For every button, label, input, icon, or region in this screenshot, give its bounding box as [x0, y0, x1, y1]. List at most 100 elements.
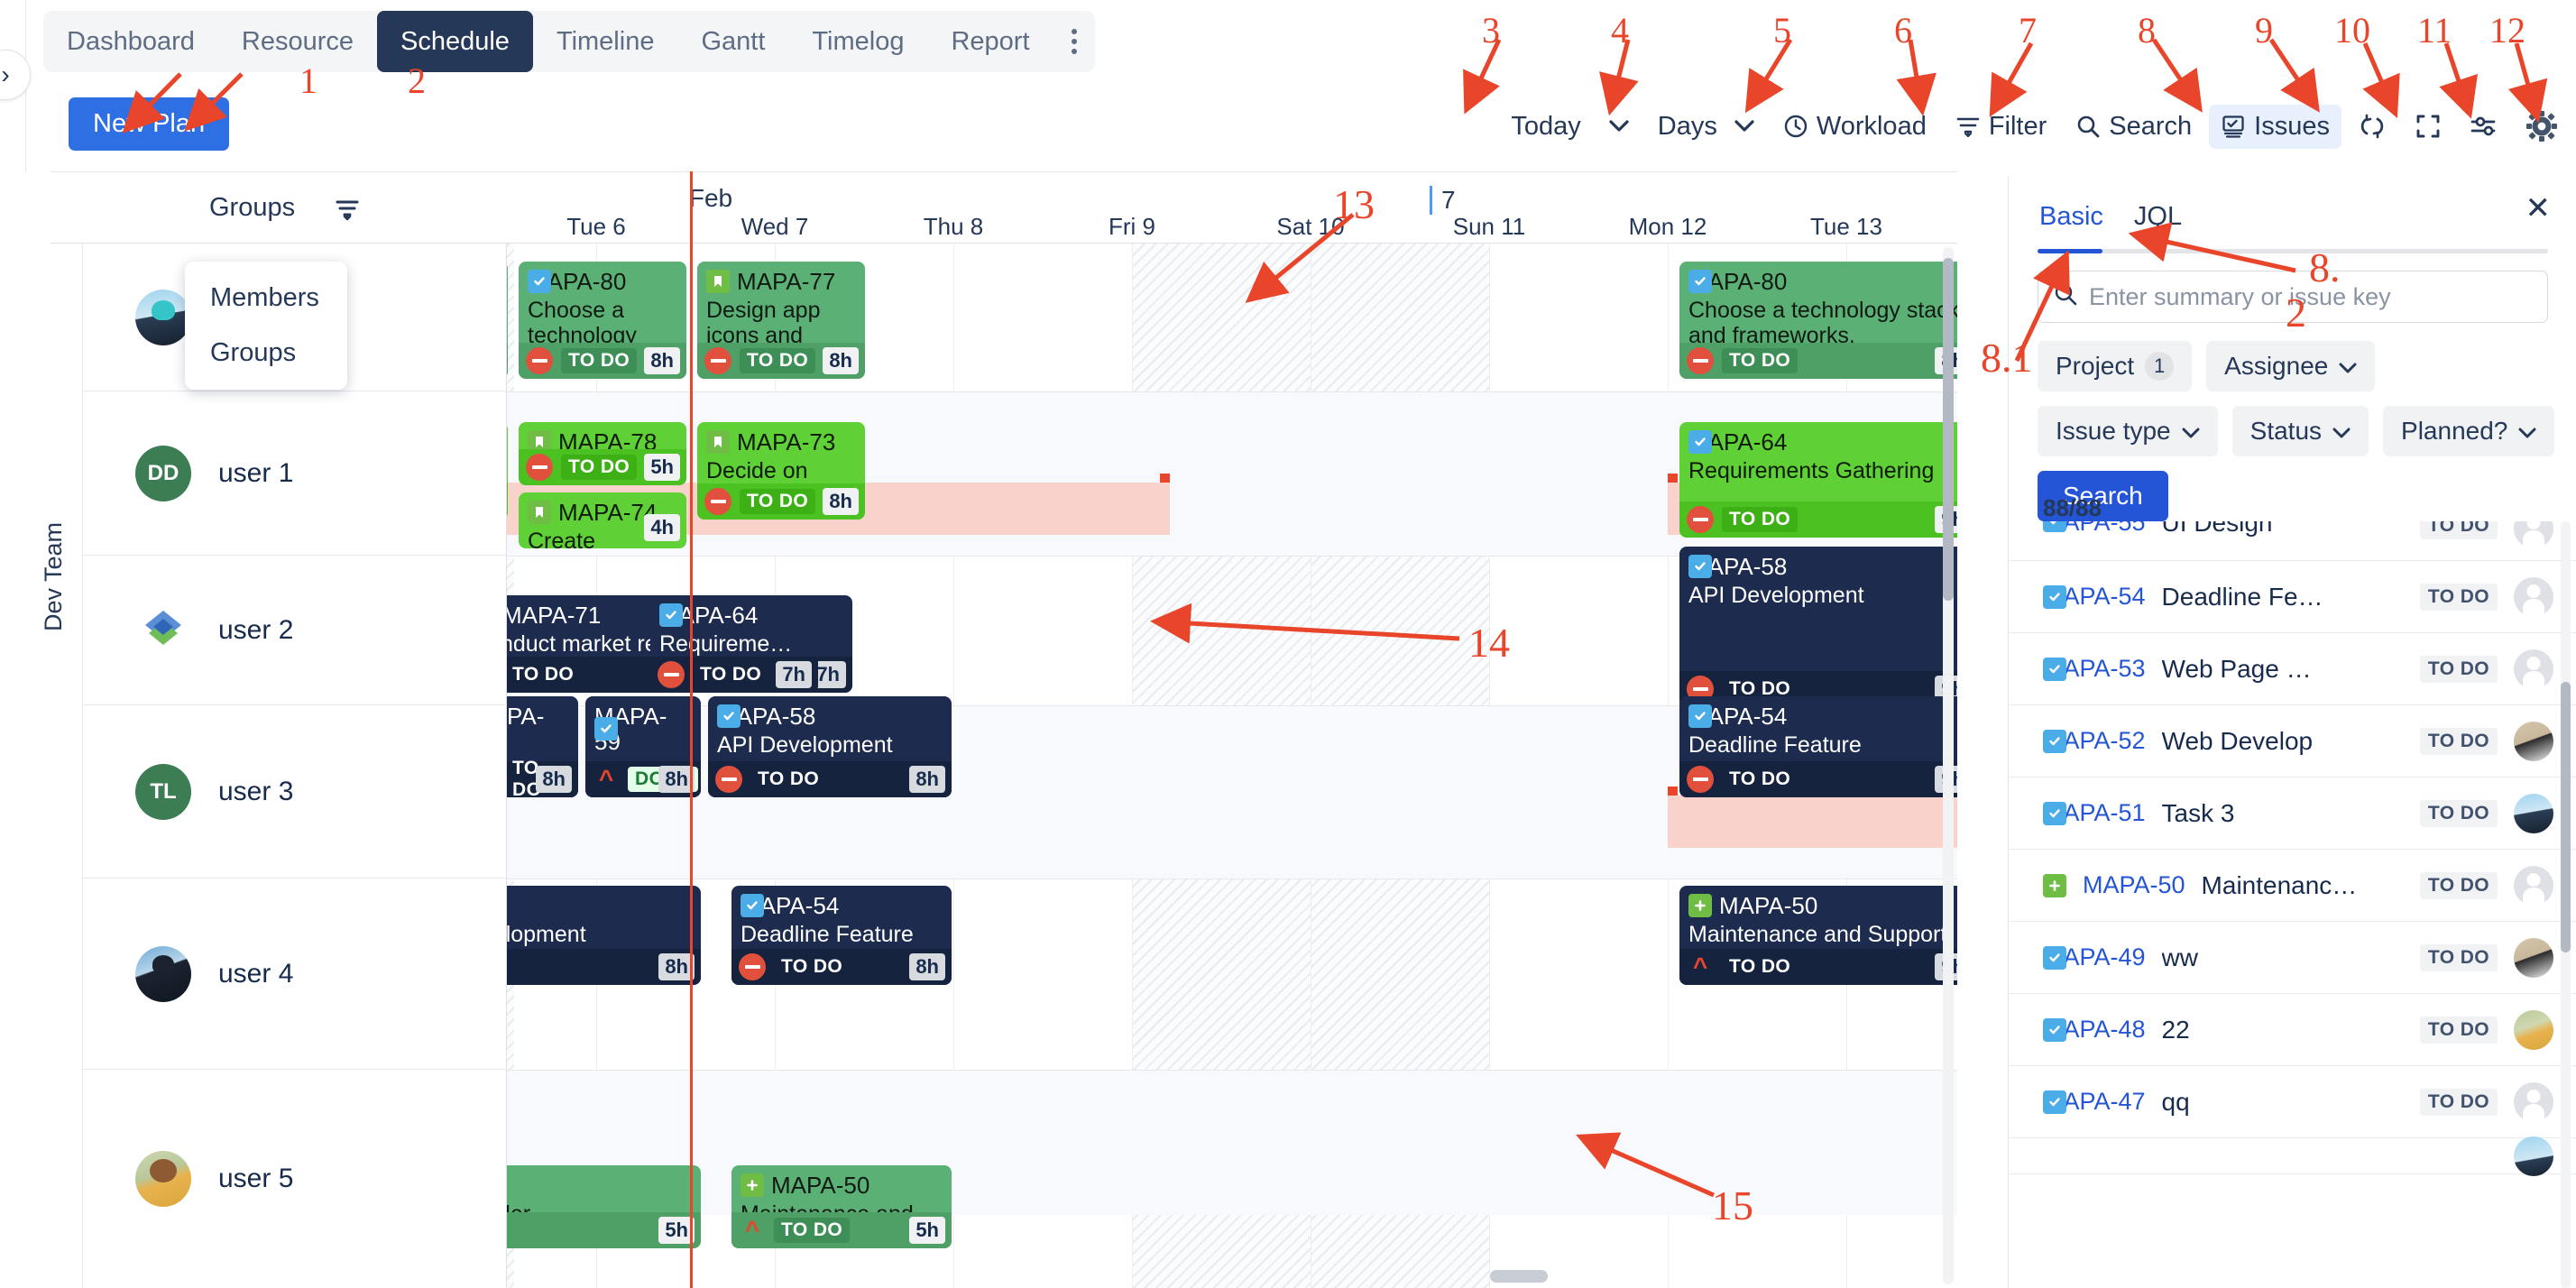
task-card[interactable]: MAPA-64 Requireme… Gathering TO DO 7h [650, 595, 818, 693]
task-footer: TO DO 7h [650, 657, 818, 693]
tab-resource[interactable]: Resource [218, 11, 377, 72]
task-card[interactable]: MAPA-64 Requireme… Gathering TO DO 8h [507, 696, 578, 797]
menu-item-members[interactable]: Members [185, 271, 347, 326]
avatar [2514, 1136, 2553, 1176]
task-card[interactable]: MAPA-83 Choose a color scheme and design… [507, 262, 508, 379]
fullscreen-icon [2415, 113, 2442, 140]
task-card[interactable]: MAPA-54 Deadline Feature TO DO 8h [731, 886, 952, 985]
avatar [2514, 1082, 2553, 1122]
list-item[interactable]: MAPA-48 22 TO DO [2009, 994, 2576, 1066]
issue-summary: UI Design [2162, 521, 2404, 538]
new-plan-button[interactable]: New Plan [69, 97, 229, 151]
days-dropdown[interactable]: Days [1646, 105, 1766, 149]
days-label: Days [1658, 112, 1717, 142]
resource-row[interactable]: user 4 [83, 879, 507, 1070]
task-card[interactable]: MAPA-80 Choose a technology stack and fr… [519, 262, 686, 379]
list-item[interactable] [2009, 1138, 2576, 1174]
task-card[interactable]: MAPA-78 Review and iterate based on TO D… [519, 422, 686, 485]
list-item[interactable]: MAPA-55 UI Design TO DO [2009, 521, 2576, 561]
filter-status[interactable]: Status [2232, 406, 2369, 456]
timeline-scrollbar-thumb[interactable] [1943, 258, 1954, 601]
task-card[interactable]: MAPA-73 Decide on platforms TO DO 8h [697, 422, 865, 520]
issue-list-scrollbar-thumb[interactable] [2561, 682, 2571, 952]
task-title: MAPA-58 [717, 704, 943, 729]
resource-row[interactable]: user 2 [83, 556, 507, 705]
avatar [2514, 1010, 2553, 1050]
tab-jql[interactable]: JQL [2134, 202, 2182, 244]
task-card[interactable]: MAPA-80 Choose a technology stack and fr… [1679, 262, 1957, 379]
task-card[interactable]: MAPA-77 Design app icons and other graph… [697, 262, 865, 379]
task-title: MAPA-54 [741, 893, 943, 918]
task-card[interactable]: MAPA-53 Web Page Builder TO DO 5h [507, 1165, 701, 1248]
annotation-8-1: 8.1 [1981, 334, 2033, 382]
task-card[interactable]: MAPA-50 Maintenance and Support ^ TO DO … [731, 1165, 952, 1248]
issue-key[interactable]: MAPA-50 [2083, 871, 2185, 899]
timeline-body[interactable]: MAPA-83 Choose a color scheme and design… [507, 244, 1957, 1288]
task-card[interactable]: MAPA-50 Maintenance and Support ^ TO DO … [1679, 886, 1957, 985]
issue-list[interactable]: MAPA-55 UI Design TO DO MAPA-54 Deadline… [2009, 521, 2576, 1288]
resource-row[interactable]: user 5 [83, 1070, 507, 1288]
filter-chips: Project 1 Assignee Issue type Status Pla… [2038, 341, 2561, 521]
fullscreen-button[interactable] [2403, 106, 2453, 147]
more-tabs-button[interactable] [1053, 11, 1095, 72]
task-summary: Requirements Gathering [1688, 458, 1957, 483]
tab-timeline[interactable]: Timeline [533, 11, 678, 72]
tab-report[interactable]: Report [927, 11, 1053, 72]
close-panel-button[interactable]: ✕ [2525, 193, 2552, 224]
list-item[interactable]: MAPA-51 Task 3 TO DO [2009, 777, 2576, 850]
filter-button[interactable]: Filter [1944, 105, 2058, 149]
task-summary: Maintenance and Support [741, 1201, 943, 1212]
list-item[interactable]: MAPA-53 Web Page … TO DO [2009, 633, 2576, 705]
tab-dashboard[interactable]: Dashboard [43, 11, 218, 72]
gear-settings-button[interactable] [2515, 104, 2569, 149]
list-item[interactable]: MAPA-54 Deadline Fe… TO DO [2009, 561, 2576, 633]
annotation-14: 14 [1468, 619, 1510, 667]
tab-basic[interactable]: Basic [2039, 202, 2103, 244]
blocked-icon [1687, 766, 1714, 793]
task-card[interactable]: MAPA-54 Deadline Feature TO DO 9h [1679, 696, 1957, 797]
list-item[interactable]: MAPA-52 Web Develop TO DO [2009, 705, 2576, 777]
avatar-initials: DD [148, 461, 179, 486]
tab-timelog[interactable]: Timelog [788, 11, 927, 72]
workload-button[interactable]: Workload [1771, 105, 1938, 149]
filter-issue-type[interactable]: Issue type [2038, 406, 2218, 456]
menu-item-groups[interactable]: Groups [185, 326, 347, 381]
task-card[interactable]: MAPA-64 Requirements Gathering TO DO 9h [1679, 422, 1957, 538]
task-card[interactable]: MAPA-59 User Testing ^ DONE 8h [585, 696, 701, 797]
task-type-icon [528, 270, 551, 293]
blocked-icon [704, 488, 731, 515]
task-type-icon [717, 704, 741, 728]
resource-row[interactable]: TL user 3 [83, 705, 507, 879]
task-card[interactable]: MAPA-74 Create wireframes and 4h [519, 492, 686, 548]
today-dropdown[interactable]: Today [1499, 105, 1640, 149]
filter-assignee[interactable]: Assignee [2206, 341, 2375, 391]
day-cell: Fri 9 [1043, 213, 1221, 241]
task-card[interactable]: MAPA-58 API Development TO DO 9h [1679, 547, 1957, 707]
tab-gantt[interactable]: Gantt [677, 11, 788, 72]
tab-label: Report [951, 27, 1029, 57]
chevron-down-icon [1609, 120, 1629, 133]
filter-count: 1 [2145, 352, 2174, 381]
horizontal-scrollbar-thumb[interactable] [1490, 1270, 1548, 1283]
filter-project[interactable]: Project 1 [2038, 341, 2192, 391]
task-card[interactable]: MAPA-57 Front-end Development DONE 8h [507, 886, 701, 985]
tab-schedule[interactable]: Schedule [377, 11, 533, 72]
task-card[interactable]: MAPA-82 Design user flow and navigation.… [507, 422, 508, 520]
groups-header-label[interactable]: Groups [209, 193, 295, 223]
task-title: MAPA-64 [1688, 429, 1957, 455]
status-badge: TO DO [1722, 954, 1798, 980]
search-button[interactable]: Search [2064, 105, 2203, 149]
filter-planned[interactable]: Planned? [2383, 406, 2554, 456]
task-hours: 8h [909, 766, 945, 793]
issues-button[interactable]: Issues [2209, 105, 2341, 149]
list-item[interactable]: MAPA-50 Maintenanc… TO DO [2009, 850, 2576, 922]
refresh-button[interactable] [2347, 106, 2397, 147]
list-item[interactable]: MAPA-47 qq TO DO [2009, 1066, 2576, 1138]
task-type-icon [1688, 555, 1712, 578]
task-card[interactable]: MAPA-58 API Development TO DO 8h [708, 696, 952, 797]
groups-filter-icon[interactable] [334, 197, 361, 230]
resource-row[interactable]: DD user 1 [83, 391, 507, 556]
issue-summary: Web Develop [2162, 727, 2404, 756]
settings-sliders-button[interactable] [2459, 107, 2509, 145]
list-item[interactable]: MAPA-49 ww TO DO [2009, 922, 2576, 994]
